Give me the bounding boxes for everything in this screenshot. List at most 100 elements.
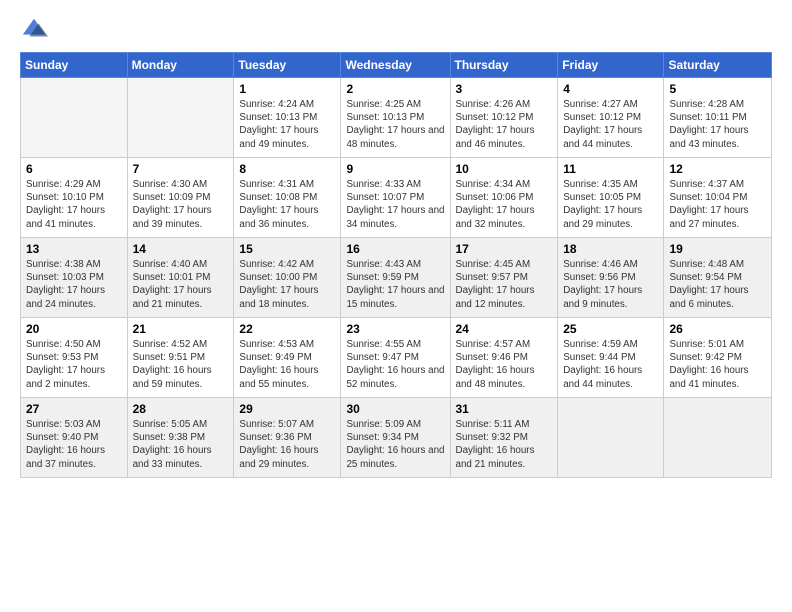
day-info: Sunrise: 4:38 AM Sunset: 10:03 PM Daylig…: [26, 258, 122, 311]
day-number: 13: [26, 242, 122, 256]
day-info: Sunrise: 4:34 AM Sunset: 10:06 PM Daylig…: [456, 178, 553, 231]
calendar-cell: [127, 78, 234, 158]
day-number: 2: [346, 82, 444, 96]
calendar-header-row: SundayMondayTuesdayWednesdayThursdayFrid…: [21, 53, 772, 78]
calendar-cell: 26Sunrise: 5:01 AM Sunset: 9:42 PM Dayli…: [664, 318, 772, 398]
day-number: 1: [239, 82, 335, 96]
day-info: Sunrise: 5:05 AM Sunset: 9:38 PM Dayligh…: [133, 418, 229, 471]
day-number: 15: [239, 242, 335, 256]
day-info: Sunrise: 4:59 AM Sunset: 9:44 PM Dayligh…: [563, 338, 658, 391]
calendar-cell: 8 Sunrise: 4:31 AM Sunset: 10:08 PM Dayli…: [234, 158, 341, 238]
day-info: Sunrise: 4:40 AM Sunset: 10:01 PM Daylig…: [133, 258, 229, 311]
calendar-cell: [664, 398, 772, 478]
day-number: 27: [26, 402, 122, 416]
day-info: Sunrise: 4:48 AM Sunset: 9:54 PM Dayligh…: [669, 258, 766, 311]
calendar-header-wednesday: Wednesday: [341, 53, 450, 78]
day-number: 11: [563, 162, 658, 176]
calendar-header-sunday: Sunday: [21, 53, 128, 78]
calendar-cell: 13 Sunrise: 4:38 AM Sunset: 10:03 PM Dayl…: [21, 238, 128, 318]
day-number: 17: [456, 242, 553, 256]
day-number: 25: [563, 322, 658, 336]
day-number: 23: [346, 322, 444, 336]
day-info: Sunrise: 4:28 AM Sunset: 10:11 PM Daylig…: [669, 98, 766, 151]
header: [20, 16, 772, 44]
day-number: 9: [346, 162, 444, 176]
day-info: Sunrise: 4:57 AM Sunset: 9:46 PM Dayligh…: [456, 338, 553, 391]
calendar-week-3: 13 Sunrise: 4:38 AM Sunset: 10:03 PM Dayl…: [21, 238, 772, 318]
calendar-cell: 17 Sunrise: 4:45 AM Sunset: 9:57 PM Dayli…: [450, 238, 558, 318]
calendar-cell: 18Sunrise: 4:46 AM Sunset: 9:56 PM Dayli…: [558, 238, 664, 318]
day-number: 21: [133, 322, 229, 336]
day-info: Sunrise: 4:42 AM Sunset: 10:00 PM Daylig…: [239, 258, 335, 311]
day-number: 3: [456, 82, 553, 96]
day-info: Sunrise: 4:24 AM Sunset: 10:13 PM Daylig…: [239, 98, 335, 151]
calendar-cell: 10 Sunrise: 4:34 AM Sunset: 10:06 PM Dayl…: [450, 158, 558, 238]
calendar-cell: 29 Sunrise: 5:07 AM Sunset: 9:36 PM Dayli…: [234, 398, 341, 478]
calendar-cell: 21 Sunrise: 4:52 AM Sunset: 9:51 PM Dayli…: [127, 318, 234, 398]
calendar-cell: 27 Sunrise: 5:03 AM Sunset: 9:40 PM Dayli…: [21, 398, 128, 478]
day-number: 14: [133, 242, 229, 256]
day-number: 22: [239, 322, 335, 336]
calendar-cell: 15 Sunrise: 4:42 AM Sunset: 10:00 PM Dayl…: [234, 238, 341, 318]
day-info: Sunrise: 4:33 AM Sunset: 10:07 PM Daylig…: [346, 178, 444, 231]
calendar-cell: 5Sunrise: 4:28 AM Sunset: 10:11 PM Dayli…: [664, 78, 772, 158]
day-info: Sunrise: 5:01 AM Sunset: 9:42 PM Dayligh…: [669, 338, 766, 391]
calendar-cell: 22 Sunrise: 4:53 AM Sunset: 9:49 PM Dayli…: [234, 318, 341, 398]
calendar-cell: 11Sunrise: 4:35 AM Sunset: 10:05 PM Dayl…: [558, 158, 664, 238]
calendar-cell: [21, 78, 128, 158]
day-info: Sunrise: 5:11 AM Sunset: 9:32 PM Dayligh…: [456, 418, 553, 471]
day-number: 29: [239, 402, 335, 416]
calendar-cell: 19 Sunrise: 4:48 AM Sunset: 9:54 PM Dayli…: [664, 238, 772, 318]
calendar-header-monday: Monday: [127, 53, 234, 78]
calendar-cell: 25 Sunrise: 4:59 AM Sunset: 9:44 PM Dayli…: [558, 318, 664, 398]
calendar-header-tuesday: Tuesday: [234, 53, 341, 78]
calendar-cell: [558, 398, 664, 478]
calendar-cell: 9 Sunrise: 4:33 AM Sunset: 10:07 PM Dayli…: [341, 158, 450, 238]
day-info: Sunrise: 5:07 AM Sunset: 9:36 PM Dayligh…: [239, 418, 335, 471]
day-number: 10: [456, 162, 553, 176]
calendar-header-thursday: Thursday: [450, 53, 558, 78]
calendar-cell: 3Sunrise: 4:26 AM Sunset: 10:12 PM Dayli…: [450, 78, 558, 158]
calendar-cell: 12Sunrise: 4:37 AM Sunset: 10:04 PM Dayl…: [664, 158, 772, 238]
day-info: Sunrise: 5:09 AM Sunset: 9:34 PM Dayligh…: [346, 418, 444, 471]
calendar-cell: 6Sunrise: 4:29 AM Sunset: 10:10 PM Dayli…: [21, 158, 128, 238]
day-number: 28: [133, 402, 229, 416]
calendar-week-5: 27 Sunrise: 5:03 AM Sunset: 9:40 PM Dayli…: [21, 398, 772, 478]
day-info: Sunrise: 4:43 AM Sunset: 9:59 PM Dayligh…: [346, 258, 444, 311]
day-number: 8: [239, 162, 335, 176]
day-number: 19: [669, 242, 766, 256]
day-info: Sunrise: 5:03 AM Sunset: 9:40 PM Dayligh…: [26, 418, 122, 471]
calendar-header-friday: Friday: [558, 53, 664, 78]
calendar-cell: 7 Sunrise: 4:30 AM Sunset: 10:09 PM Dayli…: [127, 158, 234, 238]
calendar-week-2: 6Sunrise: 4:29 AM Sunset: 10:10 PM Dayli…: [21, 158, 772, 238]
day-info: Sunrise: 4:55 AM Sunset: 9:47 PM Dayligh…: [346, 338, 444, 391]
day-number: 12: [669, 162, 766, 176]
day-info: Sunrise: 4:46 AM Sunset: 9:56 PM Dayligh…: [563, 258, 658, 311]
calendar-cell: 31 Sunrise: 5:11 AM Sunset: 9:32 PM Dayli…: [450, 398, 558, 478]
calendar-cell: 30 Sunrise: 5:09 AM Sunset: 9:34 PM Dayli…: [341, 398, 450, 478]
day-number: 31: [456, 402, 553, 416]
calendar-cell: 2Sunrise: 4:25 AM Sunset: 10:13 PM Dayli…: [341, 78, 450, 158]
day-number: 30: [346, 402, 444, 416]
day-info: Sunrise: 4:50 AM Sunset: 9:53 PM Dayligh…: [26, 338, 122, 391]
page: SundayMondayTuesdayWednesdayThursdayFrid…: [0, 0, 792, 612]
calendar-cell: 23 Sunrise: 4:55 AM Sunset: 9:47 PM Dayli…: [341, 318, 450, 398]
day-info: Sunrise: 4:30 AM Sunset: 10:09 PM Daylig…: [133, 178, 229, 231]
calendar: SundayMondayTuesdayWednesdayThursdayFrid…: [20, 52, 772, 478]
day-info: Sunrise: 4:53 AM Sunset: 9:49 PM Dayligh…: [239, 338, 335, 391]
day-number: 7: [133, 162, 229, 176]
calendar-cell: 16 Sunrise: 4:43 AM Sunset: 9:59 PM Dayli…: [341, 238, 450, 318]
calendar-cell: 1 Sunrise: 4:24 AM Sunset: 10:13 PM Dayli…: [234, 78, 341, 158]
day-info: Sunrise: 4:45 AM Sunset: 9:57 PM Dayligh…: [456, 258, 553, 311]
day-number: 4: [563, 82, 658, 96]
calendar-cell: 14 Sunrise: 4:40 AM Sunset: 10:01 PM Dayl…: [127, 238, 234, 318]
logo-icon: [20, 16, 48, 44]
logo: [20, 16, 52, 44]
day-info: Sunrise: 4:52 AM Sunset: 9:51 PM Dayligh…: [133, 338, 229, 391]
day-number: 16: [346, 242, 444, 256]
day-info: Sunrise: 4:31 AM Sunset: 10:08 PM Daylig…: [239, 178, 335, 231]
day-info: Sunrise: 4:27 AM Sunset: 10:12 PM Daylig…: [563, 98, 658, 151]
calendar-header-saturday: Saturday: [664, 53, 772, 78]
day-info: Sunrise: 4:29 AM Sunset: 10:10 PM Daylig…: [26, 178, 122, 231]
calendar-week-4: 20Sunrise: 4:50 AM Sunset: 9:53 PM Dayli…: [21, 318, 772, 398]
